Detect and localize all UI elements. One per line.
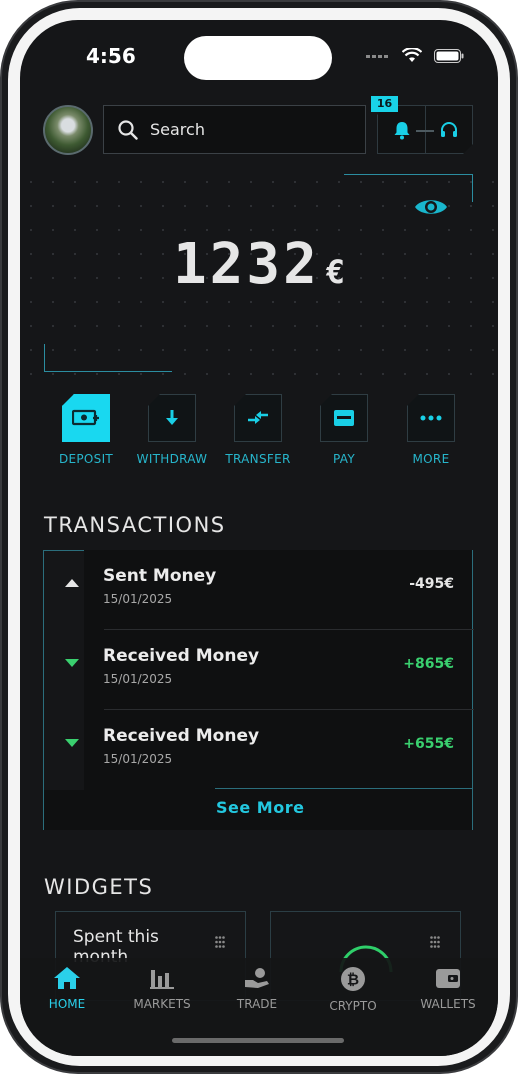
action-label: TRANSFER [225, 452, 291, 466]
wallet-icon [436, 969, 460, 988]
transaction-name: Received Money [103, 646, 260, 666]
action-transfer[interactable]: TRANSFER [218, 394, 298, 466]
tab-label: TRADE [236, 997, 278, 1011]
tab-trade[interactable]: TRADE [217, 966, 297, 1011]
status-icons [366, 48, 464, 63]
corner-bracket-bottom [44, 344, 172, 372]
transaction-date: 15/01/2025 [103, 672, 173, 686]
tab-markets[interactable]: MARKETS [122, 966, 202, 1011]
balance-amount: 1232 [172, 232, 320, 297]
action-tile [148, 394, 196, 442]
header-icon-group [377, 105, 473, 154]
arrow-down-icon [65, 659, 79, 667]
withdraw-icon [166, 410, 178, 425]
search-input[interactable]: Search [103, 105, 366, 154]
action-label: MORE [412, 452, 450, 466]
trade-icon [245, 968, 269, 988]
transaction-amount: -495€ [409, 576, 454, 592]
avatar[interactable] [43, 105, 93, 155]
transfer-icon [248, 411, 268, 424]
action-tile [320, 394, 368, 442]
action-tile [62, 394, 110, 442]
action-pay[interactable]: PAY [304, 394, 384, 466]
action-label: PAY [333, 452, 355, 466]
action-withdraw[interactable]: WITHDRAW [132, 394, 212, 466]
headset-icon[interactable] [439, 120, 459, 140]
notification-badge: 16 [371, 96, 398, 112]
eye-icon[interactable] [414, 196, 448, 218]
action-more[interactable]: MORE [391, 394, 471, 466]
svg-text:₿: ₿ [347, 971, 359, 989]
transaction-amount: +655€ [403, 736, 454, 752]
dynamic-island [184, 36, 332, 80]
tab-label: HOME [48, 997, 86, 1011]
bell-icon[interactable] [392, 120, 412, 140]
widgets-title: WIDGETS [44, 875, 154, 899]
tab-label: WALLETS [420, 997, 476, 1011]
action-label: DEPOSIT [58, 452, 114, 466]
transaction-date: 15/01/2025 [103, 592, 173, 606]
search-icon [118, 119, 138, 140]
tab-label: CRYPTO [329, 999, 377, 1013]
action-tile [234, 394, 282, 442]
search-placeholder: Search [150, 120, 205, 139]
transactions-title: TRANSACTIONS [44, 513, 226, 537]
app-screen: 4:56 Search 16 1232 € DEPOSIT WITHDRAW T… [20, 20, 498, 1056]
action-label: WITHDRAW [136, 452, 208, 466]
transaction-amount: +865€ [403, 656, 454, 672]
action-deposit[interactable]: DEPOSIT [46, 394, 126, 466]
arrow-up-icon [65, 579, 79, 587]
home-icon [54, 967, 80, 989]
action-tile [407, 394, 455, 442]
home-indicator [172, 1038, 344, 1043]
bitcoin-icon: ₿ [341, 967, 365, 991]
transaction-name: Received Money [103, 726, 260, 746]
tab-label: MARKETS [133, 997, 191, 1011]
tab-home[interactable]: HOME [27, 966, 107, 1011]
battery-icon [434, 48, 464, 63]
balance-currency: € [325, 253, 346, 291]
corner-bracket-top [344, 174, 473, 202]
quick-actions: DEPOSIT WITHDRAW TRANSFER PAY MORE [44, 394, 474, 474]
drag-handle-icon[interactable] [215, 936, 225, 948]
transaction-row[interactable]: Sent Money 15/01/2025 -495€ [44, 550, 474, 630]
transaction-date: 15/01/2025 [103, 752, 173, 766]
deposit-icon [72, 409, 99, 426]
arrow-down-icon [65, 739, 79, 747]
wifi-icon [402, 48, 422, 62]
drag-handle-icon[interactable] [430, 936, 440, 948]
transaction-row[interactable]: Received Money 15/01/2025 +865€ [44, 630, 474, 710]
connector [416, 130, 434, 132]
signal-icon [366, 54, 388, 58]
more-icon [420, 415, 442, 421]
see-more-button[interactable]: See More [216, 798, 304, 817]
transaction-name: Sent Money [103, 566, 217, 586]
tab-crypto[interactable]: ₿ CRYPTO [313, 966, 393, 1013]
tab-wallets[interactable]: WALLETS [408, 966, 488, 1011]
status-time: 4:56 [86, 44, 136, 68]
balance-display: 1232 € [20, 232, 498, 297]
transaction-row[interactable]: Received Money 15/01/2025 +655€ [44, 710, 474, 790]
bar-chart-icon [150, 970, 174, 989]
card-icon [334, 410, 354, 426]
